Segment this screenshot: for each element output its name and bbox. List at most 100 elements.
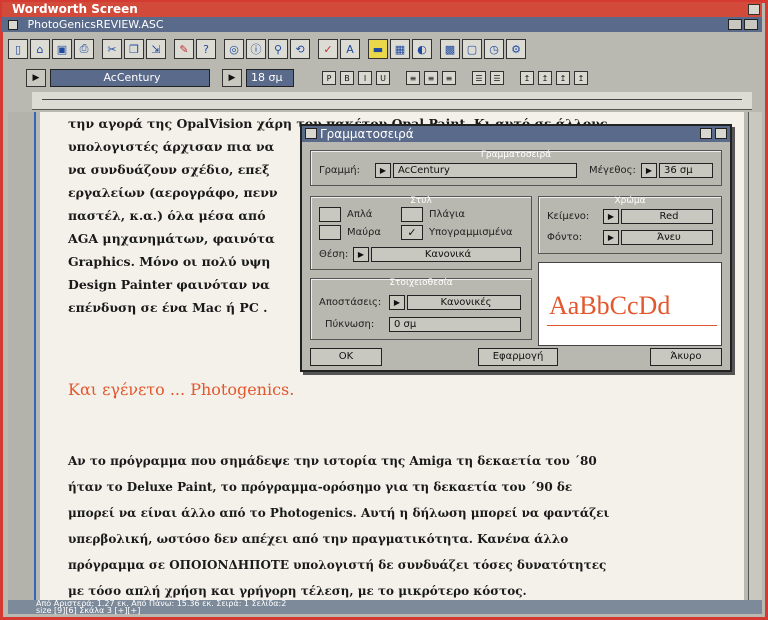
font-field[interactable]: AcCentury bbox=[393, 163, 577, 178]
font-label: Γραμμή: bbox=[319, 165, 360, 176]
find-icon[interactable]: ◎ bbox=[224, 39, 244, 59]
vertical-scrollbar[interactable] bbox=[748, 112, 762, 600]
open-icon[interactable]: ⌂ bbox=[30, 39, 50, 59]
apply-button[interactable]: Εφαρμογή bbox=[478, 348, 558, 366]
text-color-label: Κείμενο: bbox=[547, 211, 590, 222]
position-label: Θέση: bbox=[319, 249, 349, 260]
spellcheck-icon[interactable]: ✓ bbox=[318, 39, 338, 59]
document-title-bar[interactable]: PhotoGenicsREVIEW.ASC bbox=[2, 17, 762, 32]
style-italic-button[interactable]: I bbox=[358, 71, 372, 85]
paragraph-line: AGA μηχανημάτων, φαινότα bbox=[68, 231, 275, 246]
font-group-label: Γραμματοσειρά bbox=[480, 150, 552, 160]
size-cycle-button[interactable]: ▶ bbox=[222, 69, 242, 87]
position-field[interactable]: Κανονικά bbox=[371, 247, 521, 262]
bold-checkbox[interactable] bbox=[319, 225, 341, 240]
zoom-icon[interactable] bbox=[700, 128, 712, 139]
spacing-group-label: Στοιχειοθεσία bbox=[389, 278, 453, 288]
paragraph-line: με τόσο απλή χρήση και γρήγορη τέλεση, μ… bbox=[68, 584, 527, 598]
preview-text: AaBbCcDd bbox=[549, 291, 671, 320]
density-field[interactable]: 0 σμ bbox=[389, 317, 521, 332]
info-icon[interactable]: ⓘ bbox=[246, 39, 266, 59]
spacing-field[interactable]: Κανονικές bbox=[407, 295, 521, 310]
save-icon[interactable]: ▣ bbox=[52, 39, 72, 59]
normal-label: Απλά bbox=[347, 209, 373, 220]
help-icon[interactable]: ? bbox=[196, 39, 216, 59]
copy-icon[interactable]: ❐ bbox=[124, 39, 144, 59]
spacing-group: Στοιχειοθεσία Αποστάσεις: ▶ Κανονικές Πύ… bbox=[310, 278, 532, 340]
style-bold-button[interactable]: B bbox=[340, 71, 354, 85]
font-name-field[interactable]: AcCentury bbox=[50, 69, 210, 87]
color-group: Χρώμα Κείμενο: ▶ Red Φόντο: ▶ Άνευ bbox=[538, 196, 722, 254]
image-icon[interactable]: ▩ bbox=[440, 39, 460, 59]
tab-left-icon[interactable]: ↥ bbox=[520, 71, 534, 85]
edit-icon[interactable]: ✎ bbox=[174, 39, 194, 59]
spacing-select-button[interactable]: ▶ bbox=[389, 295, 405, 310]
bg-color-button[interactable]: ▶ bbox=[603, 230, 619, 245]
size-field[interactable]: 36 σμ bbox=[659, 163, 713, 178]
paragraph-line: Design Painter φαινόταν να bbox=[68, 277, 270, 292]
italic-label: Πλάγια bbox=[429, 209, 465, 220]
ruler[interactable] bbox=[32, 92, 752, 110]
align-right-icon[interactable]: ≡ bbox=[442, 71, 456, 85]
preview-underline bbox=[547, 325, 717, 326]
font-select-button[interactable]: ▶ bbox=[375, 163, 391, 178]
new-document-icon[interactable]: ▯ bbox=[8, 39, 28, 59]
search-icon[interactable]: ⚲ bbox=[268, 39, 288, 59]
close-icon[interactable] bbox=[8, 20, 18, 30]
thesaurus-icon[interactable]: A bbox=[340, 39, 360, 59]
dialog-title: Γραμματοσειρά bbox=[320, 127, 414, 141]
replace-icon[interactable]: ⟲ bbox=[290, 39, 310, 59]
close-icon[interactable] bbox=[305, 128, 317, 139]
paragraph-line: ήταν το Deluxe Paint, το πρόγραμμα-ορόση… bbox=[68, 480, 573, 494]
bg-color-field[interactable]: Άνευ bbox=[621, 230, 713, 245]
clock-icon[interactable]: ◷ bbox=[484, 39, 504, 59]
paragraph-line: Graphics. Μόνο οι πολύ υψη bbox=[68, 254, 271, 269]
graphics-icon[interactable]: ◐ bbox=[412, 39, 432, 59]
frame-icon[interactable]: ▢ bbox=[462, 39, 482, 59]
table-icon[interactable]: ▦ bbox=[390, 39, 410, 59]
style-plain-button[interactable]: P bbox=[322, 71, 336, 85]
font-size-field[interactable]: 18 σμ bbox=[246, 69, 294, 87]
font-group: Γραμματοσειρά Γραμμή: ▶ AcCentury Μέγεθο… bbox=[310, 150, 722, 186]
paragraph-line: να συνδυάζουν σχέδιο, επεξ bbox=[68, 162, 270, 177]
text-color-button[interactable]: ▶ bbox=[603, 209, 619, 224]
text-color-field[interactable]: Red bbox=[621, 209, 713, 224]
position-select-button[interactable]: ▶ bbox=[353, 247, 369, 262]
print-icon[interactable]: ⎙ bbox=[74, 39, 94, 59]
paragraph-line: εργαλείων (αερογράφο, πενν bbox=[68, 185, 278, 200]
settings-icon[interactable]: ⚙ bbox=[506, 39, 526, 59]
paste-icon[interactable]: ⇲ bbox=[146, 39, 166, 59]
style-group: Στυλ Απλά Πλάγια Μαύρα ✓ Υπογραμμισμένα … bbox=[310, 196, 532, 270]
italic-checkbox[interactable] bbox=[401, 207, 423, 222]
depth-gadget-icon[interactable] bbox=[748, 4, 760, 15]
density-label: Πύκνωση: bbox=[325, 319, 375, 330]
paragraph-line: επένδυση σε ένα Mac ή PC . bbox=[68, 300, 268, 315]
tab-center-icon[interactable]: ↥ bbox=[538, 71, 552, 85]
depth-icon[interactable] bbox=[715, 128, 727, 139]
style-underline-button[interactable]: U bbox=[376, 71, 390, 85]
ok-button[interactable]: OK bbox=[310, 348, 382, 366]
toolbar-icons: ▯ ⌂ ▣ ⎙ ✂ ❐ ⇲ ✎ ? ◎ ⓘ ⚲ ⟲ ✓ A ▬ ▦ ◐ ▩ ▢ … bbox=[8, 36, 763, 62]
document-title: PhotoGenicsREVIEW.ASC bbox=[27, 18, 164, 31]
zoom-icon[interactable] bbox=[728, 19, 742, 30]
normal-checkbox[interactable] bbox=[319, 207, 341, 222]
highlight-icon[interactable]: ▬ bbox=[368, 39, 388, 59]
spacing-single-icon[interactable]: ☰ bbox=[472, 71, 486, 85]
underline-checkbox[interactable]: ✓ bbox=[401, 225, 423, 240]
cancel-button[interactable]: Άκυρο bbox=[650, 348, 722, 366]
font-dialog: Γραμματοσειρά Γραμματοσειρά Γραμμή: ▶ Ac… bbox=[300, 124, 732, 372]
font-cycle-button[interactable]: ▶ bbox=[26, 69, 46, 87]
bold-label: Μαύρα bbox=[347, 227, 381, 238]
tab-right-icon[interactable]: ↥ bbox=[556, 71, 570, 85]
bg-color-label: Φόντο: bbox=[547, 232, 583, 243]
tab-decimal-icon[interactable]: ↥ bbox=[574, 71, 588, 85]
font-preview: AaBbCcDd bbox=[538, 262, 722, 346]
dialog-title-bar[interactable]: Γραμματοσειρά bbox=[302, 126, 730, 142]
align-left-icon[interactable]: ≡ bbox=[406, 71, 420, 85]
align-center-icon[interactable]: ≡ bbox=[424, 71, 438, 85]
spacing-double-icon[interactable]: ☰ bbox=[490, 71, 504, 85]
status-zoom: size [9][6] Σκάλα 3 [+][+] bbox=[36, 606, 141, 615]
cut-icon[interactable]: ✂ bbox=[102, 39, 122, 59]
depth-icon[interactable] bbox=[744, 19, 758, 30]
size-select-button[interactable]: ▶ bbox=[641, 163, 657, 178]
